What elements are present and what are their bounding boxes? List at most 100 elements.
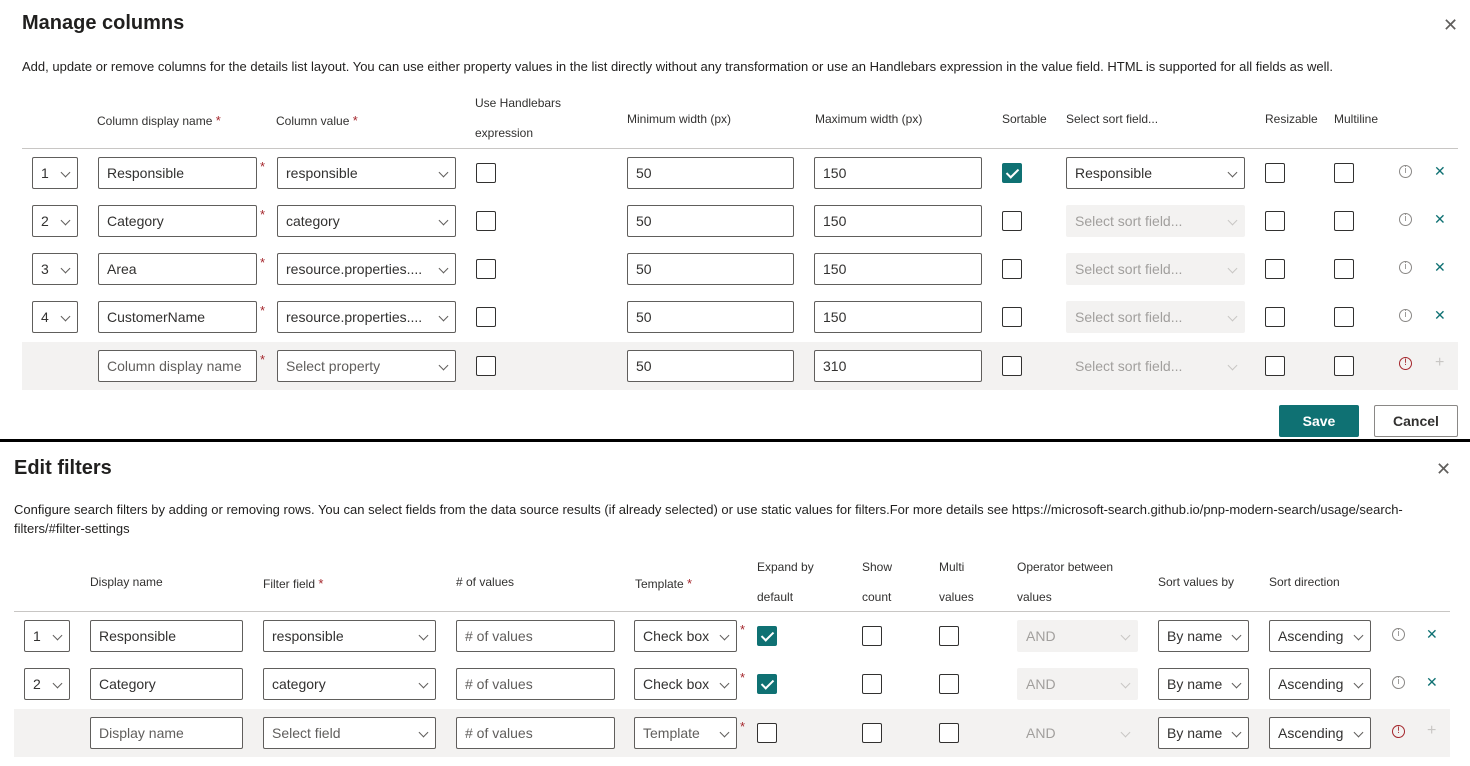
new-handlebars-checkbox[interactable] <box>476 356 496 376</box>
column-order-dropdown[interactable]: 1 <box>32 157 78 189</box>
sortable-checkbox[interactable] <box>1002 259 1022 279</box>
num-values-input[interactable]: # of values <box>456 668 615 700</box>
new-filter-display-name-input[interactable]: Display name <box>90 717 243 749</box>
column-display-name-input[interactable]: Area <box>98 253 257 285</box>
filter-order-dropdown[interactable]: 2 <box>24 668 70 700</box>
new-num-values-input[interactable]: # of values <box>456 717 615 749</box>
min-width-input[interactable]: 50 <box>627 301 794 333</box>
resizable-checkbox[interactable] <box>1265 259 1285 279</box>
multiline-checkbox[interactable] <box>1334 307 1354 327</box>
multiline-checkbox[interactable] <box>1334 259 1354 279</box>
max-width-input[interactable]: 150 <box>814 253 982 285</box>
multi-values-checkbox[interactable] <box>939 626 959 646</box>
remove-row-icon[interactable]: ✕ <box>1434 308 1446 322</box>
new-min-width-input[interactable]: 50 <box>627 350 794 382</box>
operator-dropdown[interactable]: AND <box>1017 668 1138 700</box>
max-width-input[interactable]: 150 <box>814 205 982 237</box>
filter-field-dropdown[interactable]: category <box>263 668 436 700</box>
new-filter-field-dropdown[interactable]: Select field <box>263 717 436 749</box>
sort-field-dropdown[interactable]: Select sort field... <box>1066 205 1245 237</box>
expand-default-checkbox[interactable] <box>757 674 777 694</box>
min-width-input[interactable]: 50 <box>627 205 794 237</box>
new-column-display-name-input[interactable]: Column display name <box>98 350 257 382</box>
handlebars-checkbox[interactable] <box>476 307 496 327</box>
resizable-checkbox[interactable] <box>1265 211 1285 231</box>
template-dropdown[interactable]: Check box <box>634 668 737 700</box>
min-width-input[interactable]: 50 <box>627 253 794 285</box>
new-resizable-checkbox[interactable] <box>1265 356 1285 376</box>
sort-field-dropdown[interactable]: Select sort field... <box>1066 253 1245 285</box>
filter-display-name-input[interactable]: Responsible <box>90 620 243 652</box>
sort-by-dropdown[interactable]: By name <box>1158 620 1249 652</box>
remove-row-icon[interactable]: ✕ <box>1434 212 1446 226</box>
max-width-input[interactable]: 150 <box>814 301 982 333</box>
handlebars-checkbox[interactable] <box>476 163 496 183</box>
chevron-down-icon <box>1227 215 1238 226</box>
cancel-button[interactable]: Cancel <box>1374 405 1458 437</box>
column-value-dropdown[interactable]: responsible <box>277 157 456 189</box>
column-value-dropdown[interactable]: category <box>277 205 456 237</box>
filter-header-show-1: Show <box>862 560 893 574</box>
sort-by-dropdown[interactable]: By name <box>1158 668 1249 700</box>
remove-row-icon[interactable]: ✕ <box>1434 260 1446 274</box>
new-show-count-checkbox[interactable] <box>862 723 882 743</box>
remove-row-icon[interactable]: ✕ <box>1426 627 1438 641</box>
handlebars-checkbox[interactable] <box>476 211 496 231</box>
col-header-resizable: Resizable <box>1265 112 1318 126</box>
columns-close-icon[interactable]: ✕ <box>1443 16 1458 34</box>
handlebars-checkbox[interactable] <box>476 259 496 279</box>
new-expand-default-checkbox[interactable] <box>757 723 777 743</box>
sort-direction-dropdown[interactable]: Ascending <box>1269 620 1371 652</box>
sort-field-dropdown[interactable]: Responsible <box>1066 157 1245 189</box>
chevron-down-icon <box>1227 311 1238 322</box>
resizable-checkbox[interactable] <box>1265 163 1285 183</box>
new-sortable-checkbox[interactable] <box>1002 356 1022 376</box>
new-max-width-input[interactable]: 310 <box>814 350 982 382</box>
column-display-name-input[interactable]: CustomerName <box>98 301 257 333</box>
new-sort-by-dropdown[interactable]: By name <box>1158 717 1249 749</box>
save-button[interactable]: Save <box>1279 405 1359 437</box>
resizable-checkbox[interactable] <box>1265 307 1285 327</box>
filters-close-icon[interactable]: ✕ <box>1436 460 1451 478</box>
filter-display-name-input[interactable]: Category <box>90 668 243 700</box>
column-display-name-input[interactable]: Category <box>98 205 257 237</box>
column-order-dropdown[interactable]: 3 <box>32 253 78 285</box>
template-dropdown[interactable]: Check box <box>634 620 737 652</box>
chevron-down-icon <box>438 360 449 371</box>
new-multiline-checkbox[interactable] <box>1334 356 1354 376</box>
new-operator-dropdown[interactable]: AND <box>1017 717 1138 749</box>
add-row-icon[interactable]: + <box>1427 723 1436 739</box>
sortable-checkbox[interactable] <box>1002 307 1022 327</box>
add-row-icon[interactable]: + <box>1435 355 1444 371</box>
filter-order-dropdown[interactable]: 1 <box>24 620 70 652</box>
remove-row-icon[interactable]: ✕ <box>1434 164 1446 178</box>
operator-dropdown[interactable]: AND <box>1017 620 1138 652</box>
min-width-input[interactable]: 50 <box>627 157 794 189</box>
column-order-dropdown[interactable]: 2 <box>32 205 78 237</box>
show-count-checkbox[interactable] <box>862 674 882 694</box>
required-mark: * <box>260 255 266 270</box>
new-sort-field-dropdown[interactable]: Select sort field... <box>1066 350 1245 382</box>
multiline-checkbox[interactable] <box>1334 211 1354 231</box>
new-sort-direction-dropdown[interactable]: Ascending <box>1269 717 1371 749</box>
expand-default-checkbox[interactable] <box>757 626 777 646</box>
sortable-checkbox[interactable] <box>1002 163 1022 183</box>
max-width-input[interactable]: 150 <box>814 157 982 189</box>
sort-field-dropdown[interactable]: Select sort field... <box>1066 301 1245 333</box>
show-count-checkbox[interactable] <box>862 626 882 646</box>
column-value-dropdown[interactable]: resource.properties.... <box>277 301 456 333</box>
new-column-value-dropdown[interactable]: Select property <box>277 350 456 382</box>
new-template-dropdown[interactable]: Template <box>634 717 737 749</box>
new-multi-values-checkbox[interactable] <box>939 723 959 743</box>
sortable-checkbox[interactable] <box>1002 211 1022 231</box>
filter-field-dropdown[interactable]: responsible <box>263 620 436 652</box>
column-order-dropdown[interactable]: 4 <box>32 301 78 333</box>
multi-values-checkbox[interactable] <box>939 674 959 694</box>
remove-row-icon[interactable]: ✕ <box>1426 675 1438 689</box>
column-display-name-input[interactable]: Responsible <box>98 157 257 189</box>
sort-direction-dropdown[interactable]: Ascending <box>1269 668 1371 700</box>
column-value-dropdown[interactable]: resource.properties.... <box>277 253 456 285</box>
required-mark: * <box>740 719 746 734</box>
num-values-input[interactable]: # of values <box>456 620 615 652</box>
multiline-checkbox[interactable] <box>1334 163 1354 183</box>
